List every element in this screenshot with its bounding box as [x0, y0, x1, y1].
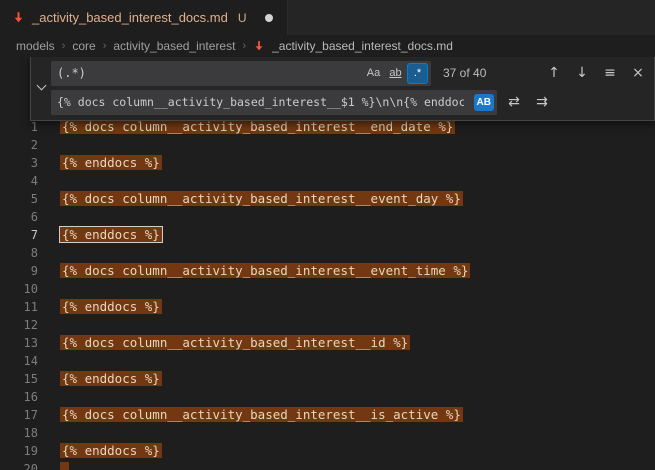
find-match: {% docs column__activity_based_interest_… [60, 335, 410, 350]
line-number: 15 [0, 370, 38, 388]
find-in-selection-button[interactable]: ≡ [599, 62, 621, 84]
line-number: 3 [0, 154, 38, 172]
editor-line[interactable]: 9 {% docs column__activity_based_interest… [0, 262, 655, 280]
previous-match-button[interactable]: ↑ [543, 62, 565, 84]
editor-line[interactable]: 13 {% docs column__activity_based_interes… [0, 334, 655, 352]
find-match: {% docs column__activity_based_interest_… [60, 263, 470, 278]
breadcrumb-separator: › [62, 40, 66, 52]
find-match: {% docs column__activity_based_interest_… [60, 119, 455, 134]
line-content: {% enddocs %} [60, 226, 162, 244]
line-number: 6 [0, 208, 38, 226]
regex-button[interactable]: .* [407, 63, 428, 84]
breadcrumb-item-models[interactable]: models [16, 39, 55, 53]
line-content: {% docs column__activity_based_interest_… [60, 406, 463, 424]
line-content: {% enddocs %} [60, 442, 162, 460]
editor-line[interactable]: 12 [0, 316, 655, 334]
editor-line[interactable]: 5 {% docs column__activity_based_interest… [0, 190, 655, 208]
line-number: 7 [0, 226, 38, 244]
editor-line[interactable]: 8 [0, 244, 655, 262]
breadcrumb-item-file[interactable]: _activity_based_interest_docs.md [272, 39, 453, 53]
find-row: Aa ab .* 37 of 40 ↑ ↓ ≡ × [51, 60, 649, 86]
toggle-replace-button[interactable] [31, 60, 51, 115]
line-number: 5 [0, 190, 38, 208]
find-match: {% docs column__activity_based_interest_… [60, 407, 463, 422]
line-content [60, 460, 69, 470]
editor-line[interactable]: 15 {% enddocs %} [0, 370, 655, 388]
find-match: {% enddocs %} [60, 155, 162, 170]
breadcrumb: models › core › activity_based_interest … [0, 35, 655, 57]
editor-line[interactable]: 3 {% enddocs %} [0, 154, 655, 172]
file-arrow-down-icon [253, 40, 265, 52]
editor-line[interactable]: 17 {% docs column__activity_based_interes… [0, 406, 655, 424]
line-number: 14 [0, 352, 38, 370]
line-content: {% docs column__activity_based_interest_… [60, 262, 470, 280]
preserve-case-button[interactable]: AB [474, 94, 494, 111]
line-number: 4 [0, 172, 38, 190]
line-number: 13 [0, 334, 38, 352]
editor-line[interactable]: 19 {% enddocs %} [0, 442, 655, 460]
find-match: {% enddocs %} [60, 371, 162, 386]
line-number: 12 [0, 316, 38, 334]
line-content: {% enddocs %} [60, 370, 162, 388]
find-match: {% enddocs %} [60, 443, 162, 458]
line-number: 20 [0, 460, 38, 470]
editor-line[interactable]: 16 [0, 388, 655, 406]
find-match-empty [60, 462, 69, 470]
tab-filename: _activity_based_interest_docs.md [32, 10, 228, 25]
editor-tab[interactable]: _activity_based_interest_docs.md U [0, 0, 288, 35]
line-number: 8 [0, 244, 38, 262]
line-number: 2 [0, 136, 38, 154]
close-button[interactable]: × [627, 62, 649, 84]
current-find-match: {% enddocs %} [60, 227, 162, 242]
line-content: {% enddocs %} [60, 298, 162, 316]
file-arrow-down-icon [12, 11, 25, 24]
editor-line[interactable]: 20 [0, 460, 655, 470]
unsaved-dot-icon[interactable] [265, 14, 273, 22]
breadcrumb-separator: › [103, 40, 107, 52]
editor-line[interactable]: 4 [0, 172, 655, 190]
match-case-button[interactable]: Aa [363, 63, 384, 84]
git-status-badge: U [238, 11, 247, 25]
replace-all-button[interactable]: ⇉ [531, 91, 553, 113]
editor-line[interactable]: 18 [0, 424, 655, 442]
line-number: 17 [0, 406, 38, 424]
editor-line[interactable]: 10 [0, 280, 655, 298]
replace-input-box: AB [51, 90, 497, 115]
line-number: 18 [0, 424, 38, 442]
line-number: 10 [0, 280, 38, 298]
replace-button[interactable]: ⇄ [503, 91, 525, 113]
breadcrumb-item-activity-based-interest[interactable]: activity_based_interest [113, 39, 235, 53]
find-input-box: Aa ab .* [51, 61, 431, 86]
line-number: 19 [0, 442, 38, 460]
editor-line[interactable]: 2 [0, 136, 655, 154]
line-number: 9 [0, 262, 38, 280]
line-content: {% enddocs %} [60, 154, 162, 172]
editor-line[interactable]: 6 [0, 208, 655, 226]
find-match: {% enddocs %} [60, 299, 162, 314]
line-content: {% docs column__activity_based_interest_… [60, 334, 410, 352]
tab-bar: _activity_based_interest_docs.md U [0, 0, 655, 35]
breadcrumb-item-core[interactable]: core [72, 39, 95, 53]
line-content: {% docs column__activity_based_interest_… [60, 190, 463, 208]
line-number: 16 [0, 388, 38, 406]
find-widget: Aa ab .* 37 of 40 ↑ ↓ ≡ × AB ⇄ ⇉ [30, 57, 655, 121]
find-match: {% docs column__activity_based_interest_… [60, 191, 463, 206]
replace-input[interactable] [51, 95, 470, 109]
next-match-button[interactable]: ↓ [571, 62, 593, 84]
editor-line[interactable]: 7 {% enddocs %} [0, 226, 655, 244]
replace-row: AB ⇄ ⇉ [51, 89, 649, 115]
editor[interactable]: 1{% docs column__activity_based_interest… [0, 57, 655, 470]
chevron-down-icon [36, 81, 46, 91]
editor-line[interactable]: 14 [0, 352, 655, 370]
whole-word-button[interactable]: ab [385, 63, 406, 84]
line-number: 11 [0, 298, 38, 316]
breadcrumb-separator: › [242, 40, 246, 52]
editor-line[interactable]: 11 {% enddocs %} [0, 298, 655, 316]
find-results-count: 37 of 40 [443, 66, 486, 80]
find-input[interactable] [51, 66, 362, 80]
